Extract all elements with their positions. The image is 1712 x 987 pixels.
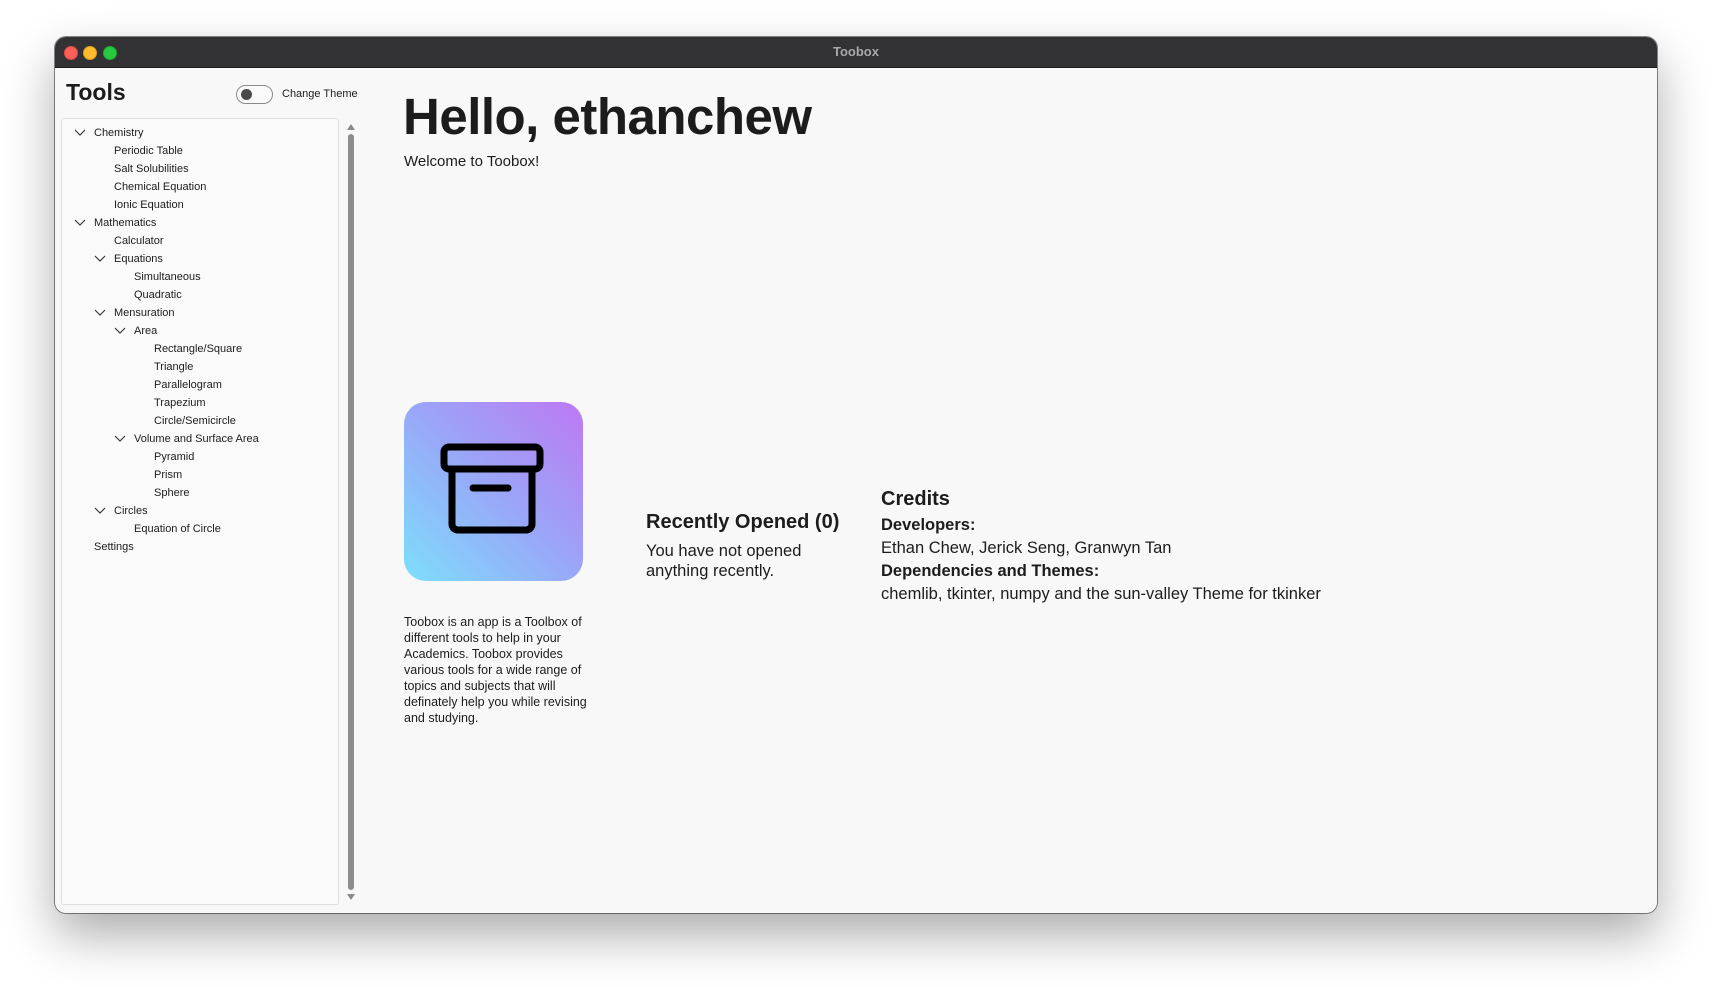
- chevron-down-icon[interactable]: [74, 124, 86, 142]
- tree-item-label: Settings: [94, 541, 134, 553]
- tree-item-label: Salt Solubilities: [114, 163, 189, 175]
- tree-item-label: Triangle: [154, 361, 194, 373]
- tree-item-label: Mathematics: [94, 217, 157, 229]
- tree-item-label: Mensuration: [114, 307, 175, 319]
- recently-opened-empty-text: You have not opened anything recently.: [646, 542, 802, 580]
- tools-tree[interactable]: Chemistry Periodic Table Salt Solubilities…: [61, 118, 339, 905]
- app-window: Toobox Tools Change Theme Chemistry Perio…: [55, 37, 1657, 913]
- scroll-up-arrow-icon[interactable]: [347, 124, 355, 130]
- window-title: Toobox: [833, 44, 879, 59]
- tree-item-label: Chemistry: [94, 127, 144, 139]
- toggle-knob: [241, 89, 252, 100]
- chevron-down-icon[interactable]: [114, 430, 126, 448]
- tree-item-label: Periodic Table: [114, 145, 183, 157]
- tree-item-label: Chemical Equation: [114, 181, 207, 193]
- tree-item-label: Circles: [114, 505, 148, 517]
- tree-item-label: Quadratic: [134, 289, 182, 301]
- tree-item-label: Rectangle/Square: [154, 343, 243, 355]
- dependencies-heading: Dependencies and Themes:: [881, 562, 1100, 580]
- developers-list: Ethan Chew, Jerick Seng, Granwyn Tan: [881, 539, 1172, 557]
- tree-item-label: Sphere: [154, 487, 190, 499]
- greeting-heading: Hello, ethanchew: [403, 88, 812, 145]
- tree-item-label: Pyramid: [154, 451, 195, 463]
- content-area: Tools Change Theme Chemistry Periodic Tab…: [55, 68, 1657, 913]
- developers-heading: Developers:: [881, 516, 976, 534]
- theme-toggle-label[interactable]: Change Theme: [282, 88, 358, 100]
- theme-toggle[interactable]: [236, 85, 273, 104]
- sidebar-title: Tools: [66, 79, 126, 105]
- tree-item-label: Parallelogram: [154, 379, 222, 391]
- tree-item-label: Ionic Equation: [114, 199, 184, 211]
- scrollbar-thumb[interactable]: [348, 134, 354, 890]
- tree-item-label: Simultaneous: [134, 271, 201, 283]
- archive-box-icon: [440, 443, 544, 534]
- tree-item-label: Prism: [154, 469, 183, 481]
- credits-heading: Credits: [881, 488, 950, 510]
- tree-item-label: Area: [134, 325, 158, 337]
- tree-item-label: Calculator: [114, 235, 164, 247]
- about-text: Toobox is an app is a Toolbox of differe…: [404, 615, 587, 725]
- chevron-down-icon[interactable]: [94, 250, 106, 268]
- app-logo: [404, 402, 583, 581]
- recently-opened-heading: Recently Opened (0): [646, 511, 840, 533]
- tree-item-label: Volume and Surface Area: [134, 433, 259, 445]
- tree-scrollbar[interactable]: [345, 120, 357, 904]
- tree-item-label: Circle/Semicircle: [154, 415, 236, 427]
- chevron-down-icon[interactable]: [74, 214, 86, 232]
- chevron-down-icon[interactable]: [94, 304, 106, 322]
- dependencies-list: chemlib, tkinter, numpy and the sun-vall…: [881, 585, 1321, 603]
- scroll-down-arrow-icon[interactable]: [347, 894, 355, 900]
- chevron-down-icon[interactable]: [114, 322, 126, 340]
- tree-item-label: Trapezium: [154, 397, 206, 409]
- title-bar[interactable]: Toobox: [55, 37, 1657, 68]
- tree-item-label: Equation of Circle: [134, 523, 221, 535]
- tree-item-label: Equations: [114, 253, 163, 265]
- chevron-down-icon[interactable]: [94, 502, 106, 520]
- welcome-text: Welcome to Toobox!: [404, 153, 540, 170]
